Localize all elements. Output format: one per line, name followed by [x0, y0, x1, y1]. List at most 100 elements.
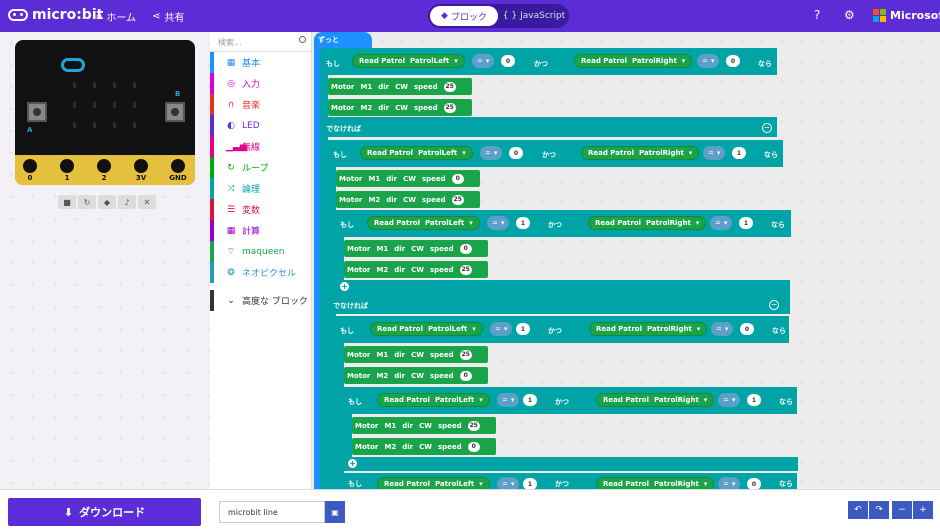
- read-patrol-left[interactable]: Read Patrol PatrolLeft ▾: [377, 393, 490, 407]
- category-maqueen[interactable]: ⌔ maqueen: [210, 241, 312, 262]
- number-value[interactable]: 0: [726, 55, 740, 67]
- add-else-icon[interactable]: +: [340, 282, 349, 291]
- category-basic[interactable]: ▦ 基本: [210, 52, 312, 73]
- motor-block[interactable]: Motor M1 dir CW speed 0: [344, 240, 488, 257]
- calculator-icon: ▦: [226, 225, 236, 236]
- read-patrol-right[interactable]: Read Patrol PatrolRight ▾: [596, 477, 715, 489]
- number-value[interactable]: 1: [516, 217, 530, 229]
- shuffle-icon: ⤨: [227, 183, 235, 194]
- number-value[interactable]: 1: [516, 323, 530, 335]
- restart-icon[interactable]: ↻: [78, 195, 96, 209]
- motor-block[interactable]: Motor M2 dir CW speed 25: [344, 261, 488, 278]
- zoom-out-icon[interactable]: −: [892, 501, 912, 519]
- category-variables[interactable]: ☰ 変数: [210, 199, 312, 220]
- download-button[interactable]: ⬇ ダウンロード: [8, 498, 201, 526]
- category-advanced[interactable]: ⌄ 高度な ブロック: [210, 290, 312, 311]
- read-patrol-left[interactable]: Read Patrol PatrolLeft ▾: [370, 322, 483, 336]
- pin-hole[interactable]: [23, 159, 37, 173]
- zoom-in-icon[interactable]: +: [913, 501, 933, 519]
- read-patrol-left[interactable]: Read Patrol PatrolLeft ▾: [352, 54, 465, 68]
- category-radio[interactable]: ▁▃▅ 無線: [210, 136, 312, 157]
- read-patrol-right[interactable]: Read Patrol PatrolRight ▾: [589, 322, 708, 336]
- stop-icon[interactable]: ■: [58, 195, 76, 209]
- compare-operator[interactable]: = ▾: [490, 322, 513, 336]
- motor-block[interactable]: Motor M1 dir CW speed 0: [336, 170, 480, 187]
- motor-block[interactable]: Motor M2 dir CW speed 0: [352, 438, 496, 455]
- compare-operator[interactable]: = ▾: [480, 146, 503, 160]
- read-patrol-right[interactable]: Read Patrol PatrolRight ▾: [588, 216, 707, 230]
- compare-operator[interactable]: = ▾: [718, 477, 741, 489]
- help-icon[interactable]: ?: [814, 8, 820, 22]
- microbit-board[interactable]: A B 0 1 2 3V GND: [15, 40, 195, 185]
- motor-block[interactable]: Motor M1 dir CW speed 25: [344, 346, 488, 363]
- compare-operator[interactable]: = ▾: [497, 393, 520, 407]
- compare-operator[interactable]: = ▾: [697, 54, 720, 68]
- microbit-logo[interactable]: micro:bit: [8, 7, 103, 23]
- add-else-icon[interactable]: +: [348, 459, 357, 468]
- motor-block[interactable]: Motor M1 dir CW speed 25: [328, 78, 472, 95]
- gear-icon[interactable]: ⚙: [844, 8, 855, 22]
- motor-block[interactable]: Motor M2 dir CW speed 25: [328, 99, 472, 116]
- number-value[interactable]: 1: [523, 394, 537, 406]
- read-patrol-left[interactable]: Read Patrol PatrolLeft ▾: [377, 477, 490, 489]
- read-patrol-left[interactable]: Read Patrol PatrolLeft ▾: [360, 146, 473, 160]
- undo-icon[interactable]: ↶: [848, 501, 868, 519]
- tab-javascript[interactable]: { } JavaScript: [502, 6, 566, 26]
- dropdown-icon: ▾: [703, 480, 708, 488]
- compare-operator[interactable]: = ▾: [711, 322, 734, 336]
- compare-operator[interactable]: = ▾: [710, 216, 733, 230]
- else-block-2[interactable]: [328, 294, 790, 314]
- category-neopixel[interactable]: ❂ ネオピクセル: [210, 262, 312, 283]
- save-icon[interactable]: ▣: [325, 501, 345, 523]
- number-value[interactable]: 0: [740, 323, 754, 335]
- else-block-1[interactable]: [320, 117, 777, 137]
- share-button[interactable]: ⋖ 共有: [152, 9, 184, 24]
- pin-hole[interactable]: [171, 159, 185, 173]
- remove-else-icon[interactable]: −: [762, 123, 772, 133]
- forever-block[interactable]: ずっと: [314, 32, 372, 48]
- number-value[interactable]: 1: [747, 394, 761, 406]
- tab-blocks[interactable]: ◆ ブロック: [430, 6, 498, 26]
- category-music[interactable]: ∩ 音楽: [210, 94, 312, 115]
- compare-operator[interactable]: = ▾: [718, 393, 741, 407]
- number-value[interactable]: 1: [523, 478, 537, 489]
- led-dot: [93, 102, 96, 108]
- remove-else-icon[interactable]: −: [769, 300, 779, 310]
- if-label: もし: [348, 480, 362, 488]
- read-patrol-right[interactable]: Read Patrol PatrolRight ▾: [596, 393, 715, 407]
- compare-operator[interactable]: = ▾: [472, 54, 495, 68]
- fullscreen-icon[interactable]: ✕: [138, 195, 156, 209]
- category-loops[interactable]: ↻ ループ: [210, 157, 312, 178]
- motor-block[interactable]: Motor M1 dir CW speed 25: [352, 417, 496, 434]
- number-value[interactable]: 0: [501, 55, 515, 67]
- redo-icon[interactable]: ↷: [869, 501, 889, 519]
- compare-operator[interactable]: = ▾: [487, 216, 510, 230]
- project-name-input[interactable]: microbit line: [219, 501, 325, 523]
- read-patrol-right[interactable]: Read Patrol PatrolRight ▾: [574, 54, 693, 68]
- compare-operator[interactable]: = ▾: [703, 146, 726, 160]
- number-value[interactable]: 1: [732, 147, 746, 159]
- category-input[interactable]: ◎ 入力: [210, 73, 312, 94]
- button-a[interactable]: [27, 102, 47, 122]
- mute-icon[interactable]: ♪: [118, 195, 136, 209]
- read-patrol-right[interactable]: Read Patrol PatrolRight ▾: [581, 146, 700, 160]
- pin-hole[interactable]: [134, 159, 148, 173]
- slowmo-icon[interactable]: ◆: [98, 195, 116, 209]
- blocks-workspace[interactable]: ‹ ずっと もし Read PatrolPatrolLeft▾ =▾ 0 かつ …: [312, 32, 940, 489]
- category-math[interactable]: ▦ 計算: [210, 220, 312, 241]
- search-input[interactable]: 検索...: [210, 32, 312, 52]
- microsoft-logo[interactable]: Microsoft: [873, 9, 940, 22]
- motor-block[interactable]: Motor M2 dir CW speed 0: [344, 367, 488, 384]
- read-patrol-left[interactable]: Read Patrol PatrolLeft ▾: [367, 216, 480, 230]
- compare-operator[interactable]: = ▾: [497, 477, 520, 489]
- category-led[interactable]: ◐ LED: [210, 115, 312, 136]
- category-logic[interactable]: ⤨ 論理: [210, 178, 312, 199]
- home-button[interactable]: ⌂ ホーム: [96, 9, 136, 24]
- pin-hole[interactable]: [60, 159, 74, 173]
- motor-block[interactable]: Motor M2 dir CW speed 25: [336, 191, 480, 208]
- number-value[interactable]: 0: [747, 478, 761, 489]
- pin-hole[interactable]: [97, 159, 111, 173]
- number-value[interactable]: 0: [509, 147, 523, 159]
- button-b[interactable]: [165, 102, 185, 122]
- number-value[interactable]: 1: [739, 217, 753, 229]
